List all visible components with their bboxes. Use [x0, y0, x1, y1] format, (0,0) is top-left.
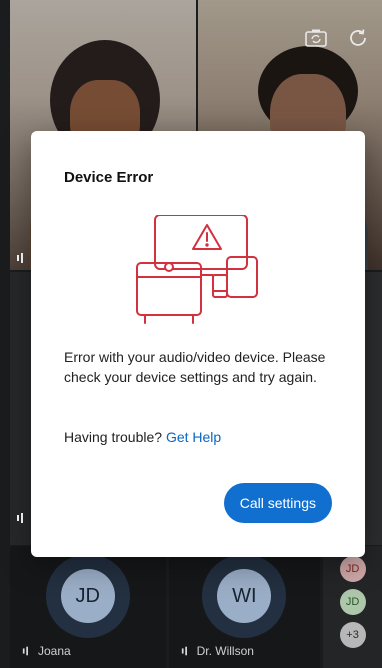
error-message: Error with your audio/video device. Plea…: [64, 349, 326, 385]
call-settings-button[interactable]: Call settings: [223, 483, 332, 523]
switch-camera-icon[interactable]: [304, 26, 328, 50]
mic-indicator: [16, 252, 30, 264]
mic-indicator: [16, 512, 30, 524]
get-help-link[interactable]: Get Help: [166, 429, 221, 445]
dialog-title: Device Error: [64, 169, 154, 186]
audio-level-icon: [17, 513, 23, 523]
help-prefix: Having trouble?: [64, 429, 163, 445]
device-warning-icon: [136, 215, 258, 324]
device-error-dialog: Device Error Error with your audio/video…: [31, 131, 365, 557]
meeting-screen: JD Joana WI Dr. Willson JD JD +3 Device …: [0, 0, 382, 668]
refresh-icon[interactable]: [346, 26, 370, 50]
audio-level-icon: [17, 253, 23, 263]
help-row: Having trouble? Get Help: [64, 429, 221, 445]
top-controls: [304, 26, 370, 50]
